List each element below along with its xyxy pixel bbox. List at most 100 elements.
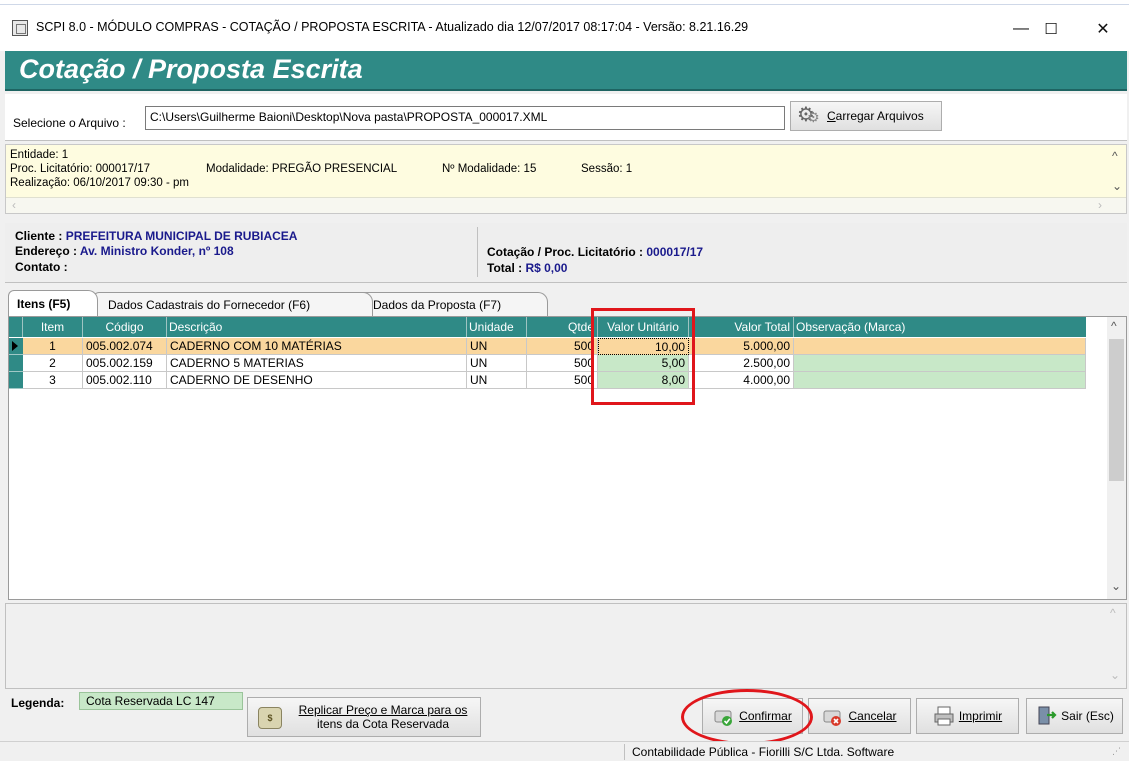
load-files-label: Carregar Arquivos [827,109,924,123]
cell-qtde[interactable]: 500 [527,355,598,372]
cell-codigo[interactable]: 005.002.159 [83,355,167,372]
cell-observacao[interactable] [794,355,1086,372]
cell-unidade[interactable]: UN [467,355,527,372]
close-button[interactable]: ✕ [1080,15,1126,43]
money-icon: $ [258,707,282,729]
cancel-x-icon [822,705,844,727]
title-bar: SCPI 8.0 - MÓDULO COMPRAS - COTAÇÃO / PR… [0,5,1129,51]
header-descricao[interactable]: Descrição [167,317,467,337]
grid-scroll-thumb[interactable] [1109,339,1124,481]
current-row-arrow-icon [12,341,18,351]
page-title: Cotação / Proposta Escrita [19,54,363,84]
cell-codigo[interactable]: 005.002.074 [83,338,167,355]
cell-descricao[interactable]: CADERNO COM 10 MATÉRIAS [167,338,467,355]
cell-observacao[interactable] [794,372,1086,389]
endereco-field: Endereço : Av. Ministro Konder, nº 108 [15,244,234,258]
grid-scroll-up-icon[interactable]: ^ [1111,319,1117,333]
total-field: Total : R$ 0,00 [487,261,568,275]
num-modalidade-text: Nº Modalidade: 15 [442,163,537,175]
maximize-button[interactable]: ☐ [1028,15,1074,43]
cell-descricao[interactable]: CADERNO DE DESENHO [167,372,467,389]
resize-grip-icon[interactable]: ⋰ [1112,746,1121,757]
table-row[interactable]: 3 005.002.110 CADERNO DE DESENHO UN 500 … [9,372,1101,389]
licitation-info-panel: Entidade: 1 Proc. Licitatório: 000017/17… [5,144,1127,214]
header-observacao[interactable]: Observação (Marca) [794,317,1086,337]
table-row[interactable]: 2 005.002.159 CADERNO 5 MATERIAS UN 500 … [9,355,1101,372]
highlight-box-annotation [591,308,695,405]
header-unidade[interactable]: Unidade [467,317,527,337]
window-title: SCPI 8.0 - MÓDULO COMPRAS - COTAÇÃO / PR… [36,20,749,34]
cliente-field: Cliente : PREFEITURA MUNICIPAL DE RUBIAC… [15,229,298,243]
header-item[interactable]: Item [23,317,83,337]
grid-scroll-down-icon[interactable]: ⌄ [1111,579,1121,593]
scroll-left-icon[interactable]: ‹ [12,198,16,212]
tab-itens[interactable]: Itens (F5) [8,290,98,317]
header-indicator [9,317,23,337]
cell-item[interactable]: 1 [23,338,83,355]
obs-scroll-up-icon[interactable]: ^ [1110,606,1116,620]
status-text: Contabilidade Pública - Fiorilli S/C Ltd… [632,745,895,759]
cotacao-field: Cotação / Proc. Licitatório : 000017/17 [487,245,704,259]
cancel-button[interactable]: Cancelar [808,698,911,734]
file-select-bar: Selecione o Arquivo : C:\Users\Guilherme… [5,94,1127,141]
exit-label: Sair (Esc) [1061,709,1114,723]
bottom-action-bar: Legenda: Cota Reservada LC 147 $ Replica… [5,692,1127,740]
grid-header: Item Código Descrição Unidade Qtde Valor… [9,317,1086,337]
cell-valor-total[interactable]: 2.500,00 [689,355,794,372]
observation-panel[interactable]: ^ ⌄ [5,603,1127,689]
tab-strip: Dados da Proposta (F7) Dados Cadastrais … [5,290,1127,317]
tab-dados-fornecedor[interactable]: Dados Cadastrais do Fornecedor (F6) [93,292,373,316]
load-files-button[interactable]: Carregar Arquivos [790,101,942,131]
cell-descricao[interactable]: CADERNO 5 MATERIAS [167,355,467,372]
cell-unidade[interactable]: UN [467,372,527,389]
row-indicator [9,338,23,355]
app-icon [12,20,28,36]
tab-dados-proposta[interactable]: Dados da Proposta (F7) [358,292,548,316]
cell-item[interactable]: 3 [23,372,83,389]
header-valor-total[interactable]: Valor Total [689,317,794,337]
cell-item[interactable]: 2 [23,355,83,372]
replicate-price-label: Replicar Preço e Marca para os itens da … [298,703,468,731]
print-label: Imprimir [958,709,1003,723]
file-path-input[interactable]: C:\Users\Guilherme Baioni\Desktop\Nova p… [145,106,785,130]
header-qtde[interactable]: Qtde [527,317,598,337]
status-separator [624,744,625,760]
row-indicator [9,372,23,389]
row-indicator [9,355,23,372]
highlight-ellipse-annotation [681,689,813,745]
cell-codigo[interactable]: 005.002.110 [83,372,167,389]
realizacao-text: Realização: 06/10/2017 09:30 - pm [10,177,190,189]
header-codigo[interactable]: Código [83,317,167,337]
modalidade-text: Modalidade: PREGÃO PRESENCIAL [206,163,398,175]
scroll-up-icon[interactable]: ^ [1112,149,1118,163]
cell-observacao[interactable] [794,338,1086,355]
sessao-text: Sessão: 1 [581,163,633,175]
cancel-label: Cancelar [848,709,897,723]
horizontal-scrollbar[interactable]: ‹ › [6,197,1126,213]
cell-unidade[interactable]: UN [467,338,527,355]
cell-qtde[interactable]: 500 [527,372,598,389]
exit-button[interactable]: Sair (Esc) [1026,698,1123,734]
exit-door-icon [1035,705,1057,727]
replicate-price-button[interactable]: $ Replicar Preço e Marca para os itens d… [247,697,481,737]
proc-text: Proc. Licitatório: 000017/17 [10,163,151,175]
scroll-down-icon[interactable]: ⌄ [1112,179,1122,193]
client-divider [477,227,478,277]
legend-label: Legenda: [11,696,65,710]
table-row[interactable]: 1 005.002.074 CADERNO COM 10 MATÉRIAS UN… [9,338,1101,355]
cell-valor-total[interactable]: 5.000,00 [689,338,794,355]
obs-scroll-down-icon[interactable]: ⌄ [1110,668,1120,682]
cell-qtde[interactable]: 500 [527,338,598,355]
contato-field: Contato : [15,260,68,274]
print-button[interactable]: Imprimir [916,698,1019,734]
client-panel: Cliente : PREFEITURA MUNICIPAL DE RUBIAC… [5,223,1127,283]
page-banner: Cotação / Proposta Escrita [5,51,1127,91]
cell-valor-total[interactable]: 4.000,00 [689,372,794,389]
entidade-text: Entidade: 1 [10,149,69,161]
file-select-label: Selecione o Arquivo : [13,116,126,130]
scroll-right-icon[interactable]: › [1098,198,1102,212]
gears-icon [797,102,821,127]
legend-badge-cota-reservada: Cota Reservada LC 147 [79,692,243,710]
grid-vertical-scrollbar[interactable]: ^ ⌄ [1107,317,1126,599]
status-bar: Contabilidade Pública - Fiorilli S/C Ltd… [0,741,1129,761]
